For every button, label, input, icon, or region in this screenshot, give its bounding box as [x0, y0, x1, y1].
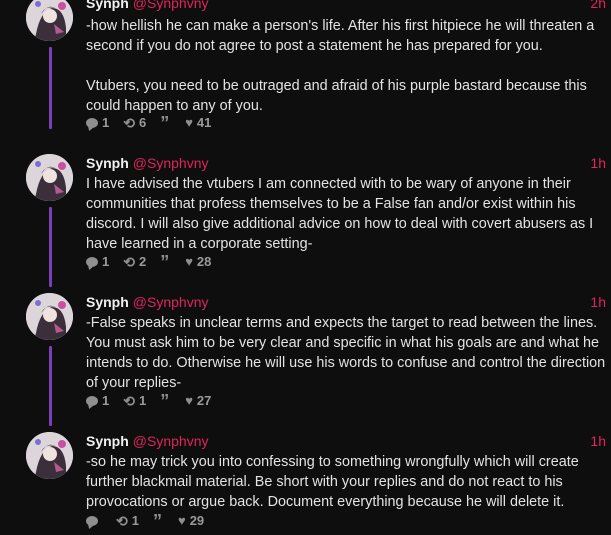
quote-icon: ” [160, 113, 169, 133]
tweet-actions: 1 ⟲ 2 ” ♥ 28 [86, 253, 225, 271]
tweet-time[interactable]: 1h [590, 154, 606, 172]
like-icon: ♥ [185, 115, 193, 130]
reply-button[interactable]: 1 [86, 114, 109, 132]
like-count: 41 [196, 115, 212, 130]
retweet-icon: ⟲ [123, 115, 135, 131]
tweet-text: -how hellish he can make a person's life… [86, 18, 595, 114]
display-name[interactable]: Synph [86, 155, 129, 171]
tweet-text: -so he may trick you into confessing to … [86, 454, 579, 510]
retweet-count: 2 [138, 254, 147, 269]
avatar-image [26, 432, 73, 479]
thread-line [49, 207, 52, 287]
tweet-header: Synph @Synphvny [86, 293, 611, 311]
reply-count: 1 [102, 254, 110, 269]
quote-button[interactable]: ” [152, 511, 164, 531]
thread-line [49, 47, 52, 129]
avatar-image [26, 0, 73, 41]
like-count: 28 [196, 254, 212, 269]
tweet[interactable]: Synph @Synphvny 1h I have advised the vtu… [0, 154, 611, 287]
retweet-count: 1 [131, 513, 139, 528]
retweet-count: 6 [138, 115, 147, 130]
tweet-header: Synph @Synphvny [86, 0, 611, 12]
user-handle[interactable]: @Synphvny [133, 433, 209, 449]
retweet-count: 1 [138, 393, 147, 408]
retweet-button[interactable]: ⟲ 1 [123, 392, 146, 410]
tweet-text: -False speaks in unclear terms and expec… [86, 315, 606, 391]
tweet[interactable]: Synph @Synphvny 1h -False speaks in uncle… [0, 293, 611, 426]
user-handle[interactable]: @Synphvny [133, 294, 209, 310]
display-name[interactable]: Synph [86, 0, 129, 11]
quote-icon: ” [160, 252, 169, 272]
avatar[interactable] [26, 154, 73, 201]
tweet[interactable]: Synph @Synphvny 1h -so he may trick you i… [0, 432, 611, 535]
like-icon: ♥ [185, 393, 193, 408]
retweet-icon: ⟲ [123, 254, 135, 270]
like-button[interactable]: ♥ 27 [185, 392, 211, 410]
avatar-image [26, 154, 73, 201]
tweet-header: Synph @Synphvny [86, 154, 611, 172]
like-icon: ♥ [177, 513, 186, 528]
avatar[interactable] [26, 293, 73, 340]
like-button[interactable]: ♥ 28 [185, 253, 211, 271]
reply-count: 1 [102, 393, 110, 408]
avatar-image [26, 293, 73, 340]
reply-button[interactable]: 1 [86, 392, 109, 410]
reply-icon [86, 396, 98, 406]
retweet-button[interactable]: ⟲ 6 [123, 114, 146, 132]
reply-button[interactable]: 1 [86, 253, 109, 271]
quote-button[interactable]: ” [160, 252, 171, 272]
like-button[interactable]: ♥ 29 [178, 512, 204, 530]
tweet-actions: 1 ⟲ 1 ” ♥ 27 [86, 392, 225, 410]
display-name[interactable]: Synph [86, 294, 129, 310]
like-button[interactable]: ♥ 41 [185, 114, 211, 132]
tweet-time[interactable]: 1h [590, 432, 606, 450]
tweet-actions: ⟲ 1 ” ♥ 29 [86, 512, 218, 530]
reply-button[interactable] [86, 516, 102, 526]
tweet-text: I have advised the vtubers I am connecte… [86, 176, 594, 252]
retweet-icon: ⟲ [116, 513, 128, 529]
avatar[interactable] [26, 432, 73, 479]
tweet[interactable]: Synph @Synphvny 2h -how hellish he can ma… [0, 0, 611, 134]
quote-icon: ” [160, 391, 169, 411]
tweet-header: Synph @Synphvny [86, 432, 611, 450]
quote-button[interactable]: ” [160, 113, 171, 133]
like-icon: ♥ [185, 254, 193, 269]
quote-icon: ” [152, 511, 162, 531]
like-count: 29 [189, 513, 205, 528]
retweet-icon: ⟲ [123, 393, 135, 409]
tweet-actions: 1 ⟲ 6 ” ♥ 41 [86, 114, 225, 132]
like-count: 27 [196, 393, 212, 408]
reply-icon [86, 118, 98, 128]
tweet-time[interactable]: 2h [590, 0, 606, 12]
tweet-time[interactable]: 1h [590, 293, 606, 311]
retweet-button[interactable]: ⟲ 1 [116, 512, 139, 530]
thread-line [49, 346, 52, 426]
retweet-button[interactable]: ⟲ 2 [123, 253, 146, 271]
user-handle[interactable]: @Synphvny [133, 0, 209, 11]
avatar[interactable] [26, 0, 73, 41]
tweet-thread: Synph @Synphvny 2h -how hellish he can ma… [0, 0, 611, 535]
reply-icon [86, 516, 98, 526]
quote-button[interactable]: ” [160, 391, 171, 411]
reply-count: 1 [102, 115, 110, 130]
display-name[interactable]: Synph [86, 433, 129, 449]
reply-icon [86, 257, 98, 267]
user-handle[interactable]: @Synphvny [133, 155, 209, 171]
